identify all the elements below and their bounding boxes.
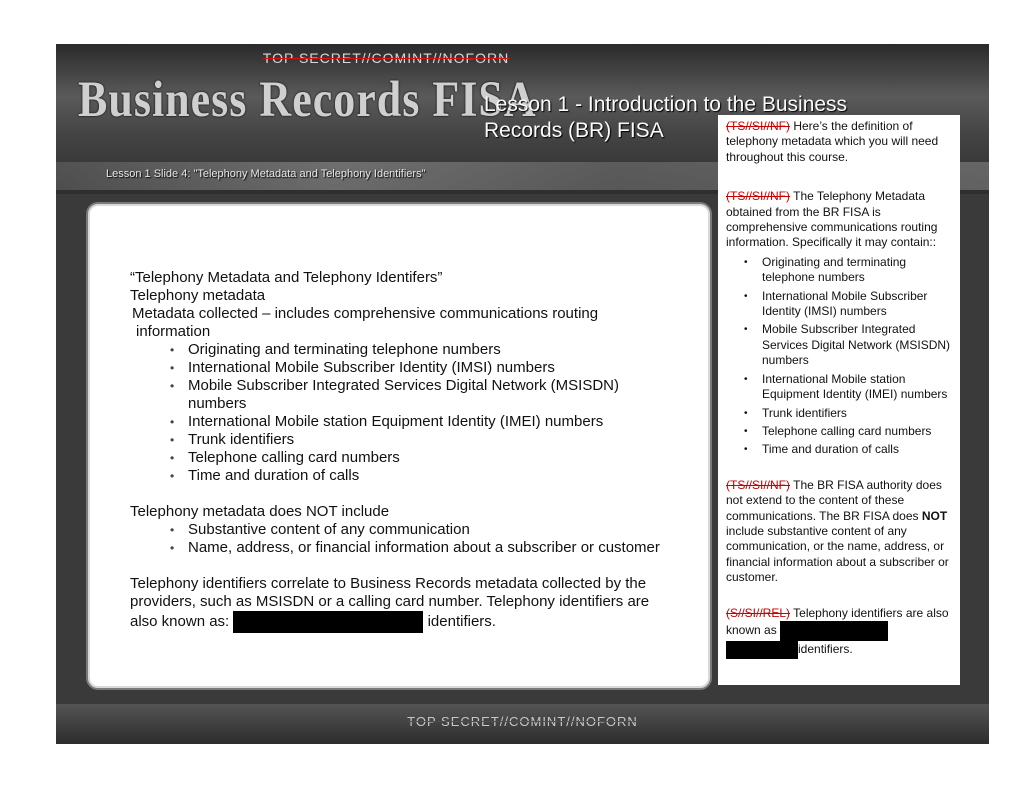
list-item: • Mobile Subscriber Integrated Services D… — [744, 322, 951, 368]
content-subheading: Telephony metadata — [130, 287, 266, 304]
collected-intro: Metadata collected – includes comprehens… — [132, 305, 599, 340]
not-include-list: • Substantive content of any communicatio… — [130, 521, 670, 557]
not-include-heading: Telephony metadata does NOT include — [130, 503, 390, 520]
redaction-block — [780, 620, 889, 641]
speaker-notes: (TS//SI//NF) Here’s the definition of te… — [718, 115, 960, 685]
list-item: • Originating and terminating telephone n… — [170, 341, 501, 358]
list-item: • Telephone calling card numbers — [170, 449, 400, 466]
list-item: • Time and duration of calls — [170, 467, 360, 484]
redaction-block — [726, 640, 798, 659]
logo: Business Records FISA — [78, 71, 537, 128]
identifiers-text: Telephony identifiers correlate to Busin… — [130, 575, 670, 633]
list-item: • Mobile Subscriber Integrated Services D… — [170, 377, 619, 412]
list-item: • Telephone calling card numbers — [744, 423, 932, 438]
classification-top: TOP SECRET//COMINT//NOFORN — [262, 50, 510, 66]
notes-list: • Originating and terminating telephone n… — [726, 255, 954, 458]
classification-bottom: TOP SECRET//COMINT//NOFORN — [407, 714, 638, 729]
list-item: • International Mobile Subscriber Identit… — [744, 288, 928, 319]
list-item: • Originating and terminating telephone n… — [744, 254, 907, 285]
list-item: • Trunk identifiers — [170, 431, 295, 448]
notes-para-4: (S//SI//REL) Telephony identifiers are a… — [726, 606, 954, 659]
list-item: • Substantive content of any communicatio… — [170, 521, 470, 538]
notes-para-2: (TS//SI//NF) The Telephony Metadata obta… — [726, 189, 938, 250]
list-item: • International Mobile Subscriber Identit… — [170, 359, 555, 376]
content-heading: “Telephony Metadata and Telephony Identi… — [130, 269, 443, 286]
list-item: • International Mobile station Equipment … — [744, 371, 948, 402]
list-item: • International Mobile station Equipment … — [170, 413, 604, 430]
list-item: • Name, address, or financial information… — [170, 539, 660, 556]
notes-para-3: (TS//SI//NF) The BR FISA authority does … — [726, 477, 949, 585]
slide-content: “Telephony Metadata and Telephony Identi… — [88, 204, 710, 688]
list-item: • Time and duration of calls — [744, 442, 899, 457]
collected-list: • Originating and terminating telephone n… — [130, 341, 670, 485]
breadcrumb: Lesson 1 Slide 4: "Telephony Metadata an… — [106, 168, 426, 180]
list-item: • Trunk identifiers — [744, 405, 847, 420]
notes-para-1: (TS//SI//NF) Here’s the definition of te… — [726, 119, 939, 164]
redaction-block — [233, 611, 424, 633]
